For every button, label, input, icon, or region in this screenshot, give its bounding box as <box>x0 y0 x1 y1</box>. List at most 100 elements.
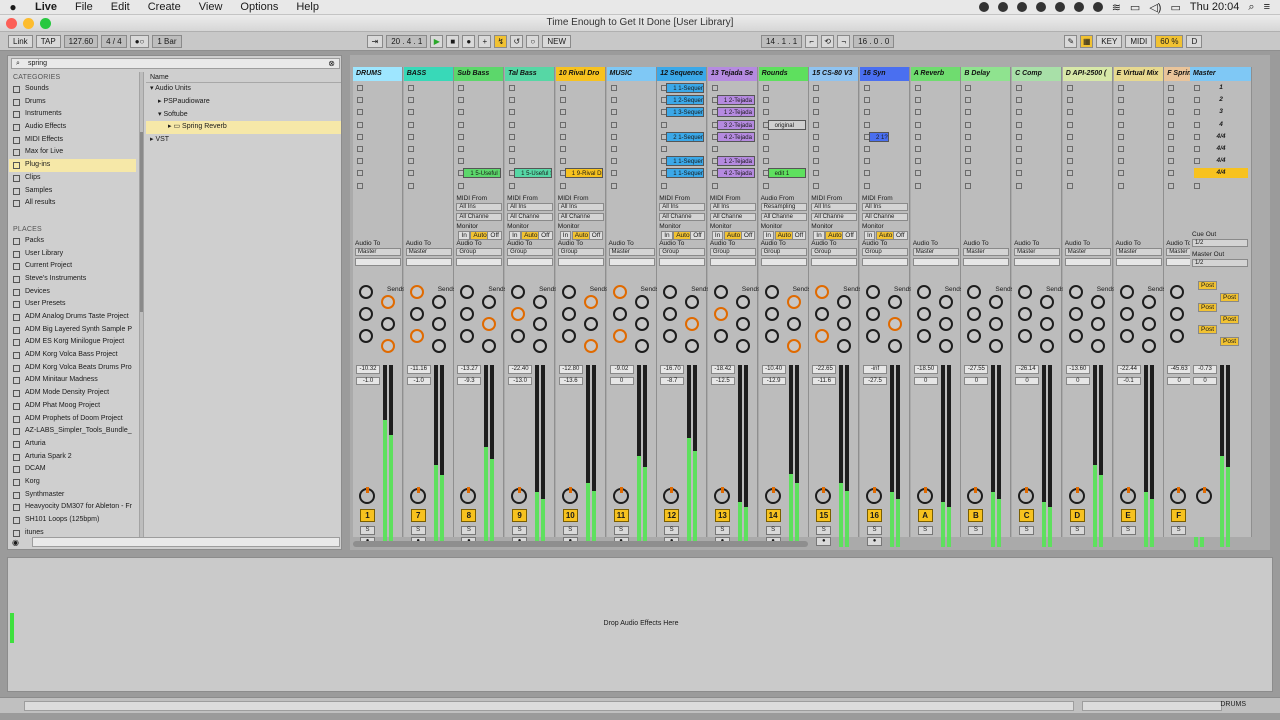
stop-icon[interactable] <box>762 183 769 189</box>
clip-slot[interactable] <box>812 83 856 94</box>
send-knob[interactable] <box>561 329 576 343</box>
clip-slot[interactable] <box>610 107 654 118</box>
solo-button[interactable]: S <box>1120 526 1136 535</box>
clip-stop-icon[interactable] <box>357 121 363 128</box>
send-knob[interactable] <box>511 285 526 299</box>
midi-map-button[interactable]: MIDI <box>1125 34 1153 48</box>
volume-readout[interactable]: -18.42 <box>710 365 735 374</box>
pan-readout[interactable]: 0 <box>1015 377 1040 385</box>
pan-readout[interactable]: 0 <box>964 377 989 385</box>
pan-knob[interactable] <box>1196 487 1212 504</box>
clip-slot[interactable] <box>812 156 856 167</box>
send-knob[interactable] <box>1040 295 1055 309</box>
send-knob[interactable] <box>460 329 475 343</box>
volume-readout[interactable]: -10.32 <box>356 365 380 374</box>
clip-stop-icon[interactable] <box>458 121 465 128</box>
clip-slot[interactable] <box>559 156 603 167</box>
monitor-off-button[interactable]: Off <box>842 231 857 240</box>
clip-stop-icon[interactable] <box>1066 121 1073 128</box>
track-activator-button[interactable]: 9 <box>512 509 528 522</box>
stop-icon[interactable] <box>711 183 718 189</box>
pan-knob[interactable] <box>713 487 730 504</box>
send-knob[interactable] <box>561 285 576 299</box>
clip-slot[interactable] <box>863 83 907 94</box>
solo-button[interactable]: S <box>968 526 984 535</box>
clip-slot[interactable] <box>457 120 501 131</box>
input-channel-select[interactable]: All Channe <box>557 213 604 221</box>
clip-stop-icon[interactable] <box>610 133 617 140</box>
send-knob[interactable] <box>1068 285 1083 299</box>
clip-stop-icon[interactable] <box>762 158 769 165</box>
clip-stop-icon[interactable] <box>458 85 465 91</box>
send-knob[interactable] <box>561 307 576 321</box>
key-map-icon[interactable]: ▦ <box>1080 34 1094 48</box>
stop-icon[interactable] <box>357 183 363 189</box>
place-item[interactable]: User Library <box>9 248 136 261</box>
monitor-off-button[interactable]: Off <box>791 231 807 240</box>
send-knob[interactable] <box>989 295 1004 309</box>
clip-slot[interactable] <box>1015 144 1059 155</box>
clip-stop-icon[interactable] <box>458 158 465 165</box>
clip-stop-icon[interactable] <box>813 109 820 116</box>
clip-slot[interactable] <box>1015 132 1059 143</box>
solo-button[interactable]: S <box>867 526 882 535</box>
clip-stop-icon[interactable] <box>610 146 617 152</box>
status-icon[interactable] <box>1035 2 1046 12</box>
display-icon[interactable]: ▭ <box>1130 1 1140 14</box>
clip-stop-icon[interactable] <box>813 133 820 140</box>
clip-stop-icon[interactable] <box>813 121 820 128</box>
browser-splitter[interactable] <box>139 72 144 546</box>
clip-stop-slot[interactable] <box>914 181 958 192</box>
list-item[interactable]: ▸ ▭ Spring Reverb <box>146 121 341 135</box>
tempo-field[interactable]: 127.60 <box>63 34 99 48</box>
automation-arm-icon[interactable]: ↯ <box>494 34 508 48</box>
clip[interactable]: 4 2-Tejada S <box>716 168 755 179</box>
send-knob[interactable] <box>634 317 649 331</box>
clip-slot[interactable] <box>508 95 552 106</box>
send-knob[interactable] <box>1119 329 1134 343</box>
clip-slot[interactable] <box>914 83 958 94</box>
sidebar-item-max-for-live[interactable]: Max for Live <box>9 146 136 159</box>
send-knob[interactable] <box>612 329 627 343</box>
arm-icon[interactable]: ● <box>867 537 882 546</box>
clip-slot[interactable] <box>1066 120 1110 131</box>
monitor-in-button[interactable]: In <box>661 231 673 240</box>
volume-readout[interactable]: -13.27 <box>457 365 482 374</box>
pan-knob[interactable] <box>663 487 680 504</box>
pan-knob[interactable] <box>460 487 477 504</box>
clip-stop-icon[interactable] <box>1066 85 1073 91</box>
pan-knob[interactable] <box>1119 487 1136 504</box>
clip[interactable]: edit 1 <box>767 168 806 179</box>
place-item[interactable]: ADM Minitaur Madness <box>9 374 136 387</box>
clip-slot[interactable] <box>762 156 806 167</box>
clip-slot[interactable] <box>610 83 654 94</box>
clip-stop-icon[interactable] <box>762 146 769 152</box>
clip-stop-icon[interactable] <box>458 133 465 140</box>
clip-slot[interactable] <box>356 107 400 118</box>
volume-readout[interactable]: -22.40 <box>508 365 533 374</box>
pan-readout[interactable]: -9.3 <box>457 377 482 385</box>
monitor-in-button[interactable]: In <box>458 231 470 240</box>
volume-readout[interactable]: -10.40 <box>761 365 786 374</box>
send-knob[interactable] <box>381 295 395 309</box>
input-channel-select[interactable]: All Channe <box>811 213 858 221</box>
clip-stop-icon[interactable] <box>762 109 769 116</box>
track-title[interactable]: Rounds <box>758 67 808 81</box>
clip-slot[interactable] <box>1066 132 1110 143</box>
output-type-select[interactable]: Group <box>456 248 503 256</box>
output-channel-select[interactable] <box>862 258 908 266</box>
send-knob[interactable] <box>1040 317 1055 331</box>
clip-slot[interactable] <box>356 132 400 143</box>
send-knob[interactable] <box>888 339 902 353</box>
clip-stop-icon[interactable] <box>661 146 668 152</box>
send-knob[interactable] <box>359 307 373 321</box>
stop-icon[interactable] <box>407 183 414 189</box>
track-title[interactable]: Tal Bass <box>505 67 555 81</box>
clip-slot[interactable] <box>914 107 958 118</box>
send-knob[interactable] <box>359 285 373 299</box>
minimize-window-button[interactable] <box>23 18 34 29</box>
input-channel-select[interactable]: All Channe <box>709 213 756 221</box>
metronome-button[interactable]: ●○ <box>129 34 150 48</box>
clip[interactable]: 1 1-Sequen <box>666 156 705 167</box>
pan-readout[interactable]: -13.0 <box>508 377 533 385</box>
